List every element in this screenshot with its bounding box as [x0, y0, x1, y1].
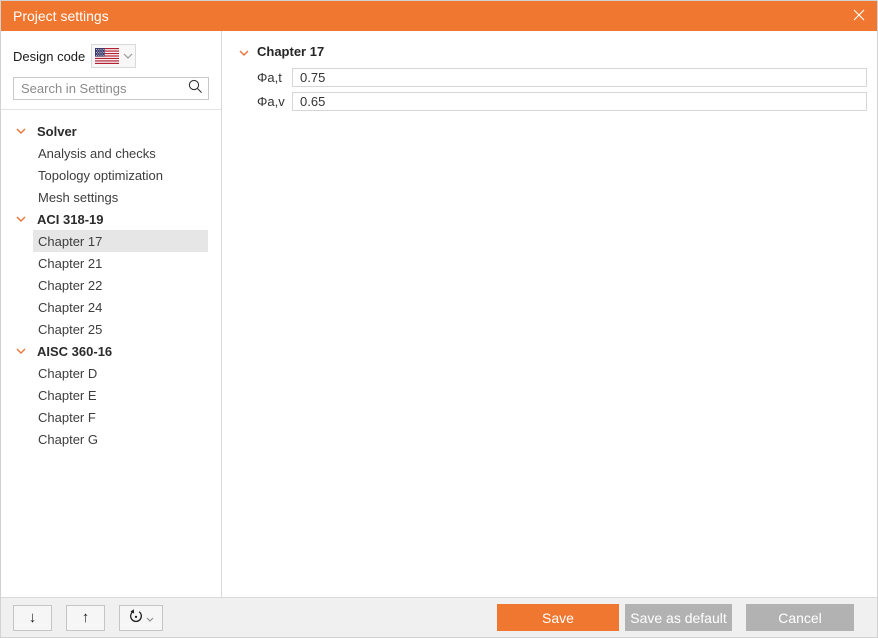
chevron-down-icon: [146, 609, 154, 626]
us-flag-icon: [95, 48, 120, 64]
phi-a-v-label: Φa,v: [257, 94, 285, 109]
search-input[interactable]: [21, 81, 188, 96]
tree-item-label: Chapter 22: [38, 277, 103, 293]
save-as-default-button[interactable]: Save as default: [625, 604, 732, 631]
arrow-up-icon: ↑: [81, 609, 90, 626]
design-code-label: Design code: [13, 48, 86, 64]
phi-a-t-input[interactable]: [292, 68, 867, 87]
reset-icon: [128, 608, 144, 628]
window-title: Project settings: [13, 8, 109, 24]
reset-defaults-button[interactable]: [119, 604, 163, 631]
close-button[interactable]: [841, 1, 877, 31]
settings-tree: Solver Analysis and checks Topology opti…: [1, 120, 221, 450]
tree-group-label: AISC 360-16: [37, 343, 113, 359]
sidebar-item-chapter-25[interactable]: Chapter 25: [33, 318, 208, 340]
tree-item-label: Chapter 17: [38, 233, 103, 249]
search-box: [13, 77, 209, 100]
tree-item-label: Chapter G: [38, 431, 98, 447]
move-up-button[interactable]: ↑: [66, 604, 105, 631]
tree-item-label: Chapter 24: [38, 299, 103, 315]
sidebar-item-chapter-17[interactable]: Chapter 17: [33, 230, 208, 252]
field-row-phi-at: Φa,t: [257, 68, 867, 87]
sidebar-item-chapter-d[interactable]: Chapter D: [33, 362, 208, 384]
footer-bar: ↓ ↑ Save Save as default Cancel: [1, 597, 877, 637]
sidebar-item-chapter-24[interactable]: Chapter 24: [33, 296, 208, 318]
cancel-button[interactable]: Cancel: [746, 604, 854, 631]
phi-a-t-label: Φa,t: [257, 70, 282, 85]
chevron-down-icon: [123, 53, 133, 59]
project-settings-dialog: Project settings Design code Search in S…: [0, 0, 878, 638]
section-title: Chapter 17: [257, 44, 325, 59]
tree-group-label: ACI 318-19: [37, 211, 104, 227]
sidebar-item-chapter-f[interactable]: Chapter F: [33, 406, 208, 428]
settings-sidebar: Design code Search in Settings Solver An…: [1, 31, 222, 597]
search-icon: [188, 79, 203, 99]
tree-item-label: Chapter 25: [38, 321, 103, 337]
arrow-down-icon: ↓: [28, 609, 37, 626]
tree-item-label: Chapter F: [38, 409, 96, 425]
sidebar-item-chapter-21[interactable]: Chapter 21: [33, 252, 208, 274]
save-button[interactable]: Save: [497, 604, 619, 631]
sidebar-item-chapter-g[interactable]: Chapter G: [33, 428, 208, 450]
sidebar-group-solver[interactable]: Solver: [1, 120, 221, 142]
chevron-down-icon: [16, 348, 27, 354]
chevron-down-icon: [16, 128, 27, 134]
phi-a-v-input[interactable]: [292, 92, 867, 111]
sidebar-separator: [1, 109, 221, 110]
close-icon: [853, 8, 865, 24]
tree-item-label: Chapter E: [38, 387, 97, 403]
tree-item-label: Chapter 21: [38, 255, 103, 271]
sidebar-group-aisc-360-16[interactable]: AISC 360-16: [1, 340, 221, 362]
tree-item-label: Chapter D: [38, 365, 98, 381]
sidebar-item-topology-optimization[interactable]: Topology optimization: [33, 164, 208, 186]
sidebar-item-mesh-settings[interactable]: Mesh settings: [33, 186, 208, 208]
tree-item-label: Analysis and checks: [38, 145, 156, 161]
move-down-button[interactable]: ↓: [13, 604, 52, 631]
chevron-down-icon: [239, 44, 249, 59]
section-header-chapter-17[interactable]: Chapter 17: [239, 44, 877, 59]
settings-content: Chapter 17 Φa,t Φa,v: [222, 31, 877, 597]
tree-item-label: Topology optimization: [38, 167, 164, 183]
sidebar-item-chapter-22[interactable]: Chapter 22: [33, 274, 208, 296]
tree-item-label: Mesh settings: [38, 189, 119, 205]
title-bar: Project settings: [1, 1, 877, 31]
chevron-down-icon: [16, 216, 27, 222]
field-row-phi-av: Φa,v: [257, 92, 867, 111]
tree-group-label: Solver: [37, 123, 77, 139]
sidebar-item-chapter-e[interactable]: Chapter E: [33, 384, 208, 406]
sidebar-group-aci-318-19[interactable]: ACI 318-19: [1, 208, 221, 230]
sidebar-item-analysis-and-checks[interactable]: Analysis and checks: [33, 142, 208, 164]
design-code-dropdown[interactable]: [91, 44, 137, 68]
